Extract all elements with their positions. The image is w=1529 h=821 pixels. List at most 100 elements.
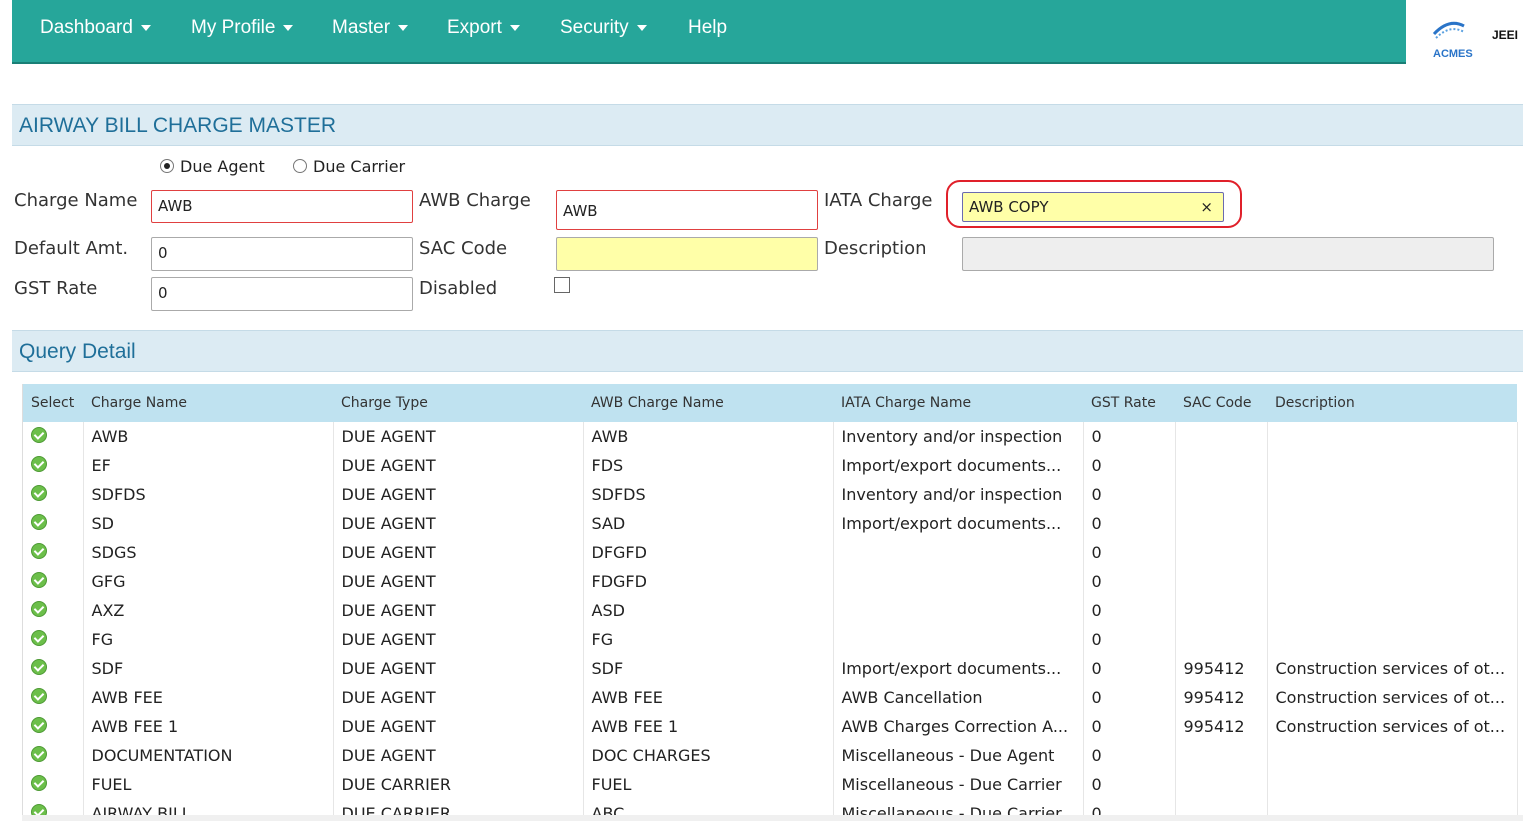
sac-code-input[interactable] (556, 237, 818, 271)
radio-due-agent[interactable]: Due Agent (160, 157, 265, 176)
cell-description (1267, 770, 1518, 799)
gst-rate-input[interactable]: 0 (151, 277, 413, 311)
col-charge-type[interactable]: Charge Type (333, 384, 583, 422)
table-row[interactable]: AWB DUE AGENT AWB Inventory and/or inspecti… (23, 422, 1518, 451)
select-check-icon[interactable] (31, 571, 47, 588)
cell-awb-charge-name: FDS (583, 451, 834, 480)
clear-icon[interactable]: × (1200, 193, 1213, 221)
nav-dashboard[interactable]: Dashboard (40, 17, 151, 39)
select-cell[interactable] (23, 480, 84, 509)
cell-gst-rate: 0 (1083, 770, 1176, 799)
select-cell[interactable] (23, 422, 84, 451)
select-check-icon[interactable] (31, 484, 47, 501)
disabled-label: Disabled (419, 278, 498, 299)
select-check-icon[interactable] (31, 513, 47, 530)
select-check-icon[interactable] (31, 687, 47, 704)
col-sac-code[interactable]: SAC Code (1175, 384, 1267, 422)
table-row[interactable]: DOCUMENTATION DUE AGENT DOC CHARGES Miscell… (23, 741, 1518, 770)
select-check-icon[interactable] (31, 426, 47, 443)
cell-iata-charge-name: Import/export documents... (833, 451, 1084, 480)
charge-name-label: Charge Name (14, 190, 138, 211)
select-check-icon[interactable] (31, 716, 47, 733)
select-check-icon[interactable] (31, 745, 47, 762)
cell-charge-name: SDF (83, 654, 334, 683)
select-cell[interactable] (23, 741, 84, 770)
col-select[interactable]: Select (23, 384, 83, 422)
select-cell[interactable] (23, 596, 84, 625)
col-awb-charge-name[interactable]: AWB Charge Name (583, 384, 833, 422)
radio-due-carrier-label: Due Carrier (313, 157, 406, 176)
cell-gst-rate: 0 (1083, 683, 1176, 712)
select-cell[interactable] (23, 625, 84, 654)
select-cell[interactable] (23, 770, 84, 799)
cell-charge-name: FG (83, 625, 334, 654)
nav-security[interactable]: Security (560, 17, 647, 39)
page-header: AIRWAY BILL CHARGE MASTER (12, 104, 1523, 146)
select-check-icon[interactable] (31, 629, 47, 646)
cell-charge-type: DUE AGENT (333, 480, 584, 509)
table-row[interactable]: AXZ DUE AGENT ASD 0 (23, 596, 1518, 625)
select-cell[interactable] (23, 509, 84, 538)
awb-charge-input[interactable]: AWB (556, 190, 818, 230)
caret-down-icon (140, 24, 151, 31)
nav-help[interactable]: Help (688, 17, 727, 39)
radio-due-carrier[interactable]: Due Carrier (293, 157, 405, 176)
cell-description (1267, 538, 1518, 567)
col-iata-charge-name[interactable]: IATA Charge Name (833, 384, 1083, 422)
nav-export[interactable]: Export (447, 17, 520, 39)
select-check-icon[interactable] (31, 455, 47, 472)
table-row[interactable]: EF DUE AGENT FDS Import/export documents...… (23, 451, 1518, 480)
col-description[interactable]: Description (1267, 384, 1517, 422)
page-title: AIRWAY BILL CHARGE MASTER (19, 114, 337, 137)
table-row[interactable]: SD DUE AGENT SAD Import/export documents...… (23, 509, 1518, 538)
cell-gst-rate: 0 (1083, 712, 1176, 741)
charge-name-input[interactable]: AWB (151, 190, 413, 223)
select-check-icon[interactable] (31, 600, 47, 617)
cell-iata-charge-name: AWB Cancellation (833, 683, 1084, 712)
table-row[interactable]: SDFDS DUE AGENT SDFDS Inventory and/or insp… (23, 480, 1518, 509)
cell-sac-code (1175, 451, 1268, 480)
select-cell[interactable] (23, 654, 84, 683)
select-check-icon[interactable] (31, 774, 47, 791)
horizontal-scrollbar[interactable] (22, 815, 1523, 821)
default-amt-input[interactable]: 0 (151, 237, 413, 271)
col-charge-name[interactable]: Charge Name (83, 384, 333, 422)
select-cell[interactable] (23, 712, 84, 741)
select-cell[interactable] (23, 538, 84, 567)
iata-charge-input[interactable]: AWB COPY × (962, 192, 1224, 222)
radio-due-agent-label: Due Agent (180, 157, 265, 176)
select-cell[interactable] (23, 683, 84, 712)
nav-master-label: Master (332, 17, 391, 38)
cell-charge-name: AXZ (83, 596, 334, 625)
cell-description: Construction services of ot... (1267, 712, 1518, 741)
select-cell[interactable] (23, 451, 84, 480)
cell-charge-type: DUE AGENT (333, 422, 584, 451)
table-row[interactable]: FG DUE AGENT FG 0 (23, 625, 1518, 654)
cell-description (1267, 741, 1518, 770)
company-logo: ACMES JEEI (1406, 0, 1529, 76)
cell-gst-rate: 0 (1083, 596, 1176, 625)
table-row[interactable]: AWB FEE DUE AGENT AWB FEE AWB Cancellation 0… (23, 683, 1518, 712)
table-row[interactable]: GFG DUE AGENT FDGFD 0 (23, 567, 1518, 596)
col-gst-rate[interactable]: GST Rate (1083, 384, 1175, 422)
cell-awb-charge-name: ASD (583, 596, 834, 625)
disabled-checkbox[interactable] (554, 277, 570, 293)
select-check-icon[interactable] (31, 658, 47, 675)
cell-awb-charge-name: AWB (583, 422, 834, 451)
cell-charge-name: EF (83, 451, 334, 480)
table-row[interactable]: SDGS DUE AGENT DFGFD 0 (23, 538, 1518, 567)
cell-description (1267, 422, 1518, 451)
select-cell[interactable] (23, 567, 84, 596)
description-input[interactable] (962, 237, 1494, 271)
table-row[interactable]: AWB FEE 1 DUE AGENT AWB FEE 1 AWB Charges C… (23, 712, 1518, 741)
table-row[interactable]: FUEL DUE CARRIER FUEL Miscellaneous - Due C… (23, 770, 1518, 799)
default-amt-label: Default Amt. (14, 238, 129, 259)
cell-description (1267, 509, 1518, 538)
caret-down-icon (509, 24, 520, 31)
nav-master[interactable]: Master (332, 17, 409, 39)
radio-unselected-icon (293, 159, 307, 173)
cell-iata-charge-name: AWB Charges Correction A... (833, 712, 1084, 741)
nav-my-profile[interactable]: My Profile (191, 17, 294, 39)
select-check-icon[interactable] (31, 542, 47, 559)
table-row[interactable]: SDF DUE AGENT SDF Import/export documents..… (23, 654, 1518, 683)
